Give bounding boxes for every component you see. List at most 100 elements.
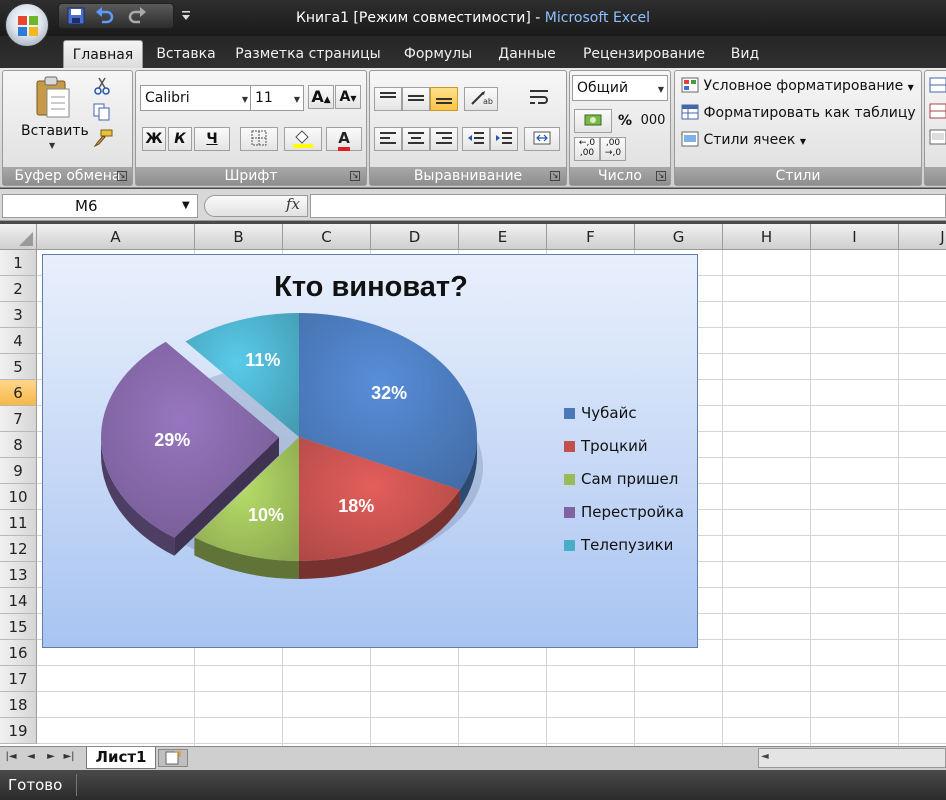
save-icon[interactable] <box>66 6 86 26</box>
cell-styles-button[interactable]: Стили ячеек ▼ <box>681 129 919 151</box>
row-header-12[interactable]: 12 <box>0 536 37 562</box>
delete-cells-icon[interactable] <box>929 103 946 119</box>
increase-indent-button[interactable] <box>490 127 518 151</box>
number-format-combo[interactable]: Общий ▼ <box>572 75 668 101</box>
row-header-2[interactable]: 2 <box>0 276 37 302</box>
column-header-F[interactable]: F <box>547 224 635 250</box>
tab-view[interactable]: Вид <box>724 40 766 68</box>
tab-review[interactable]: Рецензирование <box>576 40 712 68</box>
align-center-button[interactable] <box>402 127 430 151</box>
format-as-table-button[interactable]: Форматировать как таблицу ▼ <box>681 102 919 141</box>
horizontal-scrollbar[interactable]: ◄ <box>758 748 946 768</box>
row-header-17[interactable]: 17 <box>0 666 37 692</box>
scroll-left-icon[interactable]: ◄ <box>761 751 769 762</box>
italic-button[interactable]: К <box>168 127 192 151</box>
font-color-button[interactable]: A <box>326 127 362 151</box>
column-header-I[interactable]: I <box>811 224 899 250</box>
thousands-button[interactable]: 000 <box>638 109 668 133</box>
pie-data-label: 11% <box>245 350 280 370</box>
underline-button[interactable]: Ч <box>194 127 230 151</box>
row-header-14[interactable]: 14 <box>0 588 37 614</box>
decrease-indent-button[interactable] <box>462 127 490 151</box>
decrease-decimal-button[interactable]: ,00 →,0 <box>600 137 626 161</box>
conditional-formatting-button[interactable]: Условное форматирование ▼ <box>681 75 919 97</box>
row-header-5[interactable]: 5 <box>0 354 37 380</box>
merge-center-button[interactable] <box>524 127 560 151</box>
tab-insert[interactable]: Вставка <box>153 40 219 68</box>
align-bottom-button[interactable] <box>430 87 458 111</box>
row-header-6[interactable]: 6 <box>0 380 37 406</box>
cells-group-label <box>925 167 946 185</box>
insert-cells-icon[interactable] <box>929 77 946 93</box>
next-sheet-icon[interactable]: ► <box>44 750 58 764</box>
row-header-10[interactable]: 10 <box>0 484 37 510</box>
column-header-C[interactable]: C <box>283 224 371 250</box>
chart[interactable]: Кто виноват? 32% 18% 10% 29% 11% Чубайс Троцк… <box>42 254 698 648</box>
undo-icon[interactable] <box>94 6 114 26</box>
column-header-E[interactable]: E <box>459 224 547 250</box>
cut-icon[interactable] <box>93 77 111 95</box>
column-header-A[interactable]: A <box>37 224 195 250</box>
insert-sheet-button[interactable] <box>158 749 188 767</box>
row-header-8[interactable]: 8 <box>0 432 37 458</box>
select-all-button[interactable] <box>0 224 37 250</box>
row-header-11[interactable]: 11 <box>0 510 37 536</box>
first-sheet-icon[interactable]: |◄ <box>4 750 18 764</box>
tab-data[interactable]: Данные <box>492 40 562 68</box>
font-name-combo[interactable]: Calibri ▼ <box>140 85 252 111</box>
tab-home[interactable]: Главная <box>63 40 143 68</box>
font-group-label: Шрифт <box>136 167 366 185</box>
alignment-launcher-icon[interactable]: ↘ <box>550 171 560 181</box>
shrink-font-button[interactable]: A▼ <box>335 85 361 109</box>
align-left-button[interactable] <box>374 127 402 151</box>
font-launcher-icon[interactable]: ↘ <box>350 171 360 181</box>
formula-input[interactable] <box>310 194 946 218</box>
grow-font-button[interactable]: A▲ <box>308 85 334 109</box>
insert-function-button[interactable]: fx <box>286 195 300 213</box>
orientation-button[interactable]: ab <box>464 87 498 111</box>
row-header-13[interactable]: 13 <box>0 562 37 588</box>
percent-button[interactable]: % <box>614 109 636 133</box>
fill-color-button[interactable] <box>284 127 322 151</box>
bold-button[interactable]: Ж <box>142 127 166 151</box>
redo-icon[interactable] <box>128 6 148 26</box>
align-right-button[interactable] <box>430 127 458 151</box>
office-button[interactable] <box>5 3 49 47</box>
column-header-G[interactable]: G <box>635 224 723 250</box>
copy-icon[interactable] <box>93 103 111 121</box>
row-header-1[interactable]: 1 <box>0 250 37 276</box>
wrap-text-icon[interactable] <box>528 87 550 109</box>
borders-button[interactable] <box>240 127 278 151</box>
row-header-9[interactable]: 9 <box>0 458 37 484</box>
row-header-18[interactable]: 18 <box>0 692 37 718</box>
name-box-dropdown-icon[interactable]: ▼ <box>182 200 190 211</box>
currency-button[interactable] <box>574 109 612 133</box>
row-header-19[interactable]: 19 <box>0 718 37 744</box>
align-top-button[interactable] <box>374 87 402 111</box>
row-header-4[interactable]: 4 <box>0 328 37 354</box>
prev-sheet-icon[interactable]: ◄ <box>24 750 38 764</box>
column-header-B[interactable]: B <box>195 224 283 250</box>
paste-dropdown-icon[interactable]: ▼ <box>49 141 55 150</box>
format-painter-icon[interactable] <box>93 129 113 147</box>
column-header-H[interactable]: H <box>723 224 811 250</box>
clipboard-launcher-icon[interactable]: ↘ <box>117 171 127 181</box>
row-header-7[interactable]: 7 <box>0 406 37 432</box>
last-sheet-icon[interactable]: ►| <box>62 750 76 764</box>
column-header-D[interactable]: D <box>371 224 459 250</box>
tab-formulas[interactable]: Формулы <box>398 40 478 68</box>
font-size-combo[interactable]: 11 ▼ <box>250 85 304 111</box>
tab-page-layout[interactable]: Разметка страницы <box>232 40 384 68</box>
row-header-15[interactable]: 15 <box>0 614 37 640</box>
format-cells-icon[interactable] <box>929 129 946 145</box>
name-box[interactable]: M6 <box>2 194 198 218</box>
customize-toolbar-icon[interactable] <box>181 10 191 22</box>
number-launcher-icon[interactable]: ↘ <box>656 171 666 181</box>
column-header-J[interactable]: J <box>899 224 946 250</box>
row-header-16[interactable]: 16 <box>0 640 37 666</box>
align-middle-button[interactable] <box>402 87 430 111</box>
increase-decimal-button[interactable]: ←,0,00 <box>574 137 600 161</box>
sheet-tab[interactable]: Лист1 <box>86 747 156 769</box>
paste-button[interactable]: Вставить <box>21 123 89 139</box>
row-header-3[interactable]: 3 <box>0 302 37 328</box>
